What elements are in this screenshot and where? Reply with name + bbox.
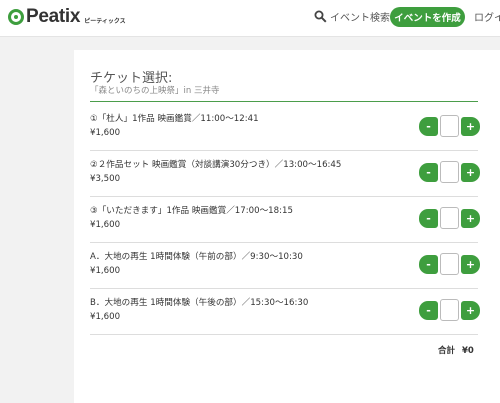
logo-subtext: ピーティックス bbox=[84, 17, 126, 25]
quantity-stepper: - + bbox=[419, 252, 480, 276]
ticket-row: A．大地の再生 1時間体験（午前の部）／9:30〜10:30 ¥1,600 - … bbox=[90, 242, 480, 289]
increase-button[interactable]: + bbox=[461, 117, 480, 136]
ticket-row: ①「杜人」1作品 映画鑑賞／11:00〜12:41 ¥1,600 - + bbox=[90, 104, 480, 151]
increase-button[interactable]: + bbox=[461, 301, 480, 320]
peatix-logo[interactable]: Peatix ピーティックス bbox=[8, 6, 126, 28]
ticket-price: ¥1,600 bbox=[90, 312, 121, 322]
event-search-label: イベント検索 bbox=[330, 13, 390, 24]
quantity-input[interactable] bbox=[440, 115, 459, 137]
quantity-input[interactable] bbox=[440, 299, 459, 321]
logo-text: Peatix bbox=[26, 6, 81, 27]
increase-button[interactable]: + bbox=[461, 163, 480, 182]
quantity-stepper: - + bbox=[419, 160, 480, 184]
ticket-name: B．大地の再生 1時間体験（午後の部）／15:30〜16:30 bbox=[90, 298, 309, 308]
ticket-name: ①「杜人」1作品 映画鑑賞／11:00〜12:41 bbox=[90, 114, 259, 124]
quantity-input[interactable] bbox=[440, 253, 459, 275]
create-event-button[interactable]: イベントを作成 bbox=[390, 7, 465, 27]
decrease-button[interactable]: - bbox=[419, 117, 438, 136]
ticket-price: ¥1,600 bbox=[90, 266, 121, 276]
increase-button[interactable]: + bbox=[461, 255, 480, 274]
quantity-stepper: - + bbox=[419, 206, 480, 230]
search-icon bbox=[314, 10, 327, 23]
decrease-button[interactable]: - bbox=[419, 209, 438, 228]
ticket-name: ②２作品セット 映画鑑賞（対談講演30分つき）／13:00〜16:45 bbox=[90, 160, 342, 170]
decrease-button[interactable]: - bbox=[419, 163, 438, 182]
decrease-button[interactable]: - bbox=[419, 255, 438, 274]
ticket-selection-panel: チケット選択: 「森といのちの上映祭」in 三井寺 ①「杜人」1作品 映画鑑賞／… bbox=[74, 50, 500, 403]
total-value: ¥0 bbox=[461, 346, 474, 356]
ticket-name: ③「いただきます」1作品 映画鑑賞／17:00〜18:15 bbox=[90, 206, 293, 216]
quantity-input[interactable] bbox=[440, 161, 459, 183]
quantity-stepper: - + bbox=[419, 114, 480, 138]
event-name: 「森といのちの上映祭」in 三井寺 bbox=[90, 86, 220, 96]
increase-button[interactable]: + bbox=[461, 209, 480, 228]
ticket-row: ②２作品セット 映画鑑賞（対談講演30分つき）／13:00〜16:45 ¥3,5… bbox=[90, 150, 480, 197]
order-total: 合計 ¥0 bbox=[438, 344, 474, 356]
ticket-row: ③「いただきます」1作品 映画鑑賞／17:00〜18:15 ¥1,600 - + bbox=[90, 196, 480, 243]
quantity-input[interactable] bbox=[440, 207, 459, 229]
decrease-button[interactable]: - bbox=[419, 301, 438, 320]
peatix-logo-icon bbox=[8, 9, 24, 25]
title-divider bbox=[90, 101, 478, 102]
login-link[interactable]: ログイン bbox=[474, 9, 500, 24]
ticket-price: ¥3,500 bbox=[90, 174, 121, 184]
ticket-row: B．大地の再生 1時間体験（午後の部）／15:30〜16:30 ¥1,600 -… bbox=[90, 288, 480, 335]
ticket-price: ¥1,600 bbox=[90, 220, 121, 230]
ticket-name: A．大地の再生 1時間体験（午前の部）／9:30〜10:30 bbox=[90, 252, 303, 262]
total-label: 合計 bbox=[438, 346, 456, 356]
event-search-link[interactable]: イベント検索 bbox=[314, 9, 390, 24]
site-header: Peatix ピーティックス イベント検索 イベントを作成 ログイン bbox=[0, 0, 500, 37]
quantity-stepper: - + bbox=[419, 298, 480, 322]
ticket-price: ¥1,600 bbox=[90, 128, 121, 138]
